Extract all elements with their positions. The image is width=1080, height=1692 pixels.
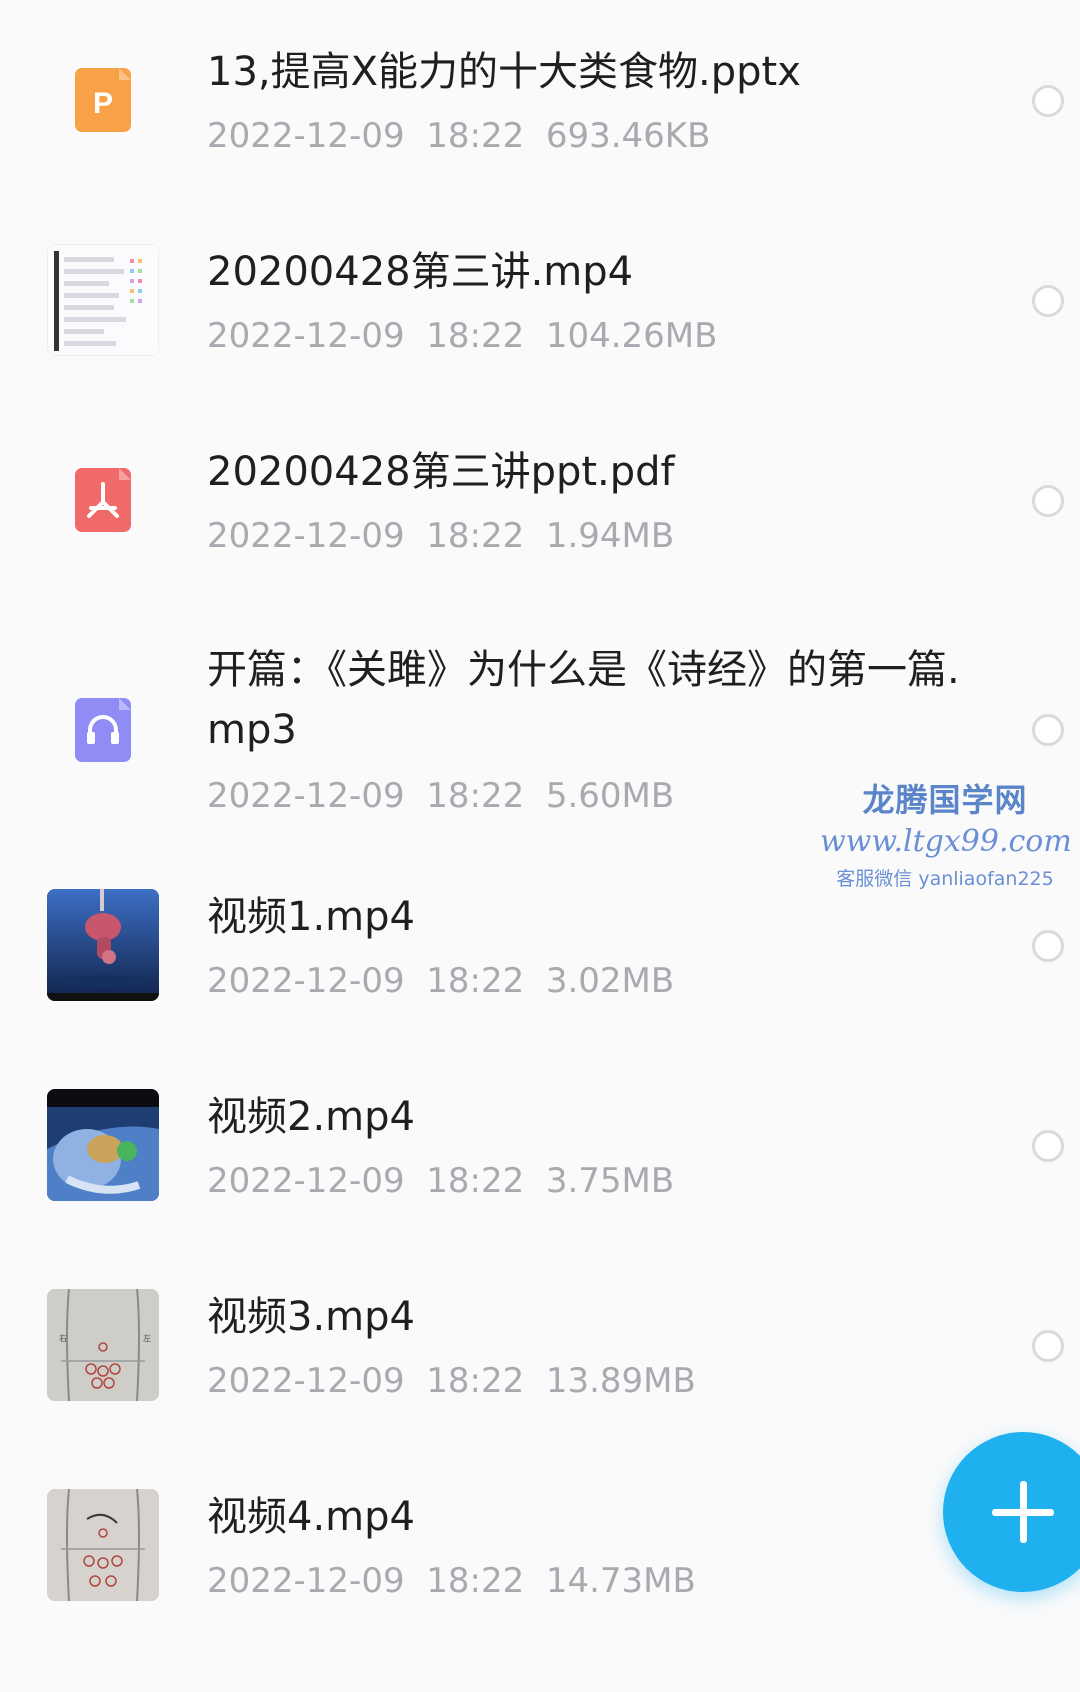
file-name: 视频1.mp4	[207, 894, 415, 940]
file-date: 2022-12-09	[207, 961, 405, 1001]
file-date: 2022-12-09	[207, 1561, 405, 1601]
file-meta: 2022-12-09 18:22 3.02MB	[207, 959, 674, 1003]
video-thumbnail	[47, 1089, 159, 1201]
file-size: 104.26MB	[545, 316, 718, 356]
select-radio[interactable]	[1032, 285, 1064, 317]
file-row-video[interactable]: 视频4.mp4 2022-12-09 18:22 14.73MB	[0, 1460, 1080, 1660]
file-time: 18:22	[426, 1361, 525, 1401]
watermark: 龙腾国学网 www.ltgx99.com 客服微信 yanliaofan225	[820, 778, 1072, 896]
watermark-contact: 客服微信 yanliaofan225	[836, 868, 1054, 890]
file-time: 18:22	[426, 776, 525, 816]
file-meta: 2022-12-09 18:22 14.73MB	[207, 1559, 696, 1603]
watermark-url: www.ltgx99.com	[820, 824, 1072, 859]
file-size: 14.73MB	[545, 1561, 696, 1601]
file-time: 18:22	[426, 1561, 525, 1601]
file-meta: 2022-12-09 18:22 5.60MB	[207, 774, 674, 818]
file-time: 18:22	[426, 516, 525, 556]
file-size: 13.89MB	[545, 1361, 696, 1401]
video-thumbnail	[47, 244, 159, 356]
video-thumbnail	[47, 889, 159, 1001]
file-date: 2022-12-09	[207, 776, 405, 816]
file-meta: 2022-12-09 18:22 1.94MB	[207, 514, 674, 558]
select-radio[interactable]	[1032, 485, 1064, 517]
file-time: 18:22	[426, 961, 525, 1001]
file-name: 视频3.mp4	[207, 1294, 415, 1340]
file-row-pdf[interactable]: 20200428第三讲ppt.pdf 2022-12-09 18:22 1.94…	[0, 400, 1080, 600]
video-thumbnail	[47, 1489, 159, 1601]
select-radio[interactable]	[1032, 1130, 1064, 1162]
pdf-icon	[75, 468, 131, 532]
file-date: 2022-12-09	[207, 116, 405, 156]
file-time: 18:22	[426, 316, 525, 356]
select-radio[interactable]	[1032, 930, 1064, 962]
file-size: 3.02MB	[545, 961, 675, 1001]
select-radio[interactable]	[1032, 85, 1064, 117]
file-size: 1.94MB	[545, 516, 675, 556]
file-name: 开篇：《关雎》为什么是《诗经》的第一篇.mp3	[207, 647, 960, 753]
file-date: 2022-12-09	[207, 316, 405, 356]
file-time: 18:22	[426, 116, 525, 156]
video-thumbnail: 右 左	[47, 1289, 159, 1401]
file-size: 693.46KB	[545, 116, 711, 156]
file-meta: 2022-12-09 18:22 3.75MB	[207, 1159, 674, 1203]
watermark-title: 龙腾国学网	[862, 781, 1028, 819]
select-radio[interactable]	[1032, 714, 1064, 746]
file-size: 5.60MB	[545, 776, 675, 816]
file-time: 18:22	[426, 1161, 525, 1201]
file-name: 20200428第三讲.mp4	[207, 249, 634, 295]
file-name: 20200428第三讲ppt.pdf	[207, 449, 675, 495]
file-row-pptx[interactable]: P 13,提高X能力的十大类食物.pptx 2022-12-09 18:22 6…	[0, 0, 1080, 200]
file-name: 视频2.mp4	[207, 1094, 415, 1140]
file-date: 2022-12-09	[207, 516, 405, 556]
select-radio[interactable]	[1032, 1330, 1064, 1362]
svg-text:P: P	[93, 87, 113, 120]
file-row-video[interactable]: 右 左 视频3.mp4 2022-12-09 18:22 13.89MB	[0, 1260, 1080, 1460]
file-meta: 2022-12-09 18:22 693.46KB	[207, 114, 710, 158]
file-row-video[interactable]: 20200428第三讲.mp4 2022-12-09 18:22 104.26M…	[0, 200, 1080, 400]
file-row-video[interactable]: 视频2.mp4 2022-12-09 18:22 3.75MB	[0, 1060, 1080, 1260]
file-name: 13,提高X能力的十大类食物.pptx	[207, 49, 801, 95]
file-name: 视频4.mp4	[207, 1494, 415, 1540]
file-date: 2022-12-09	[207, 1161, 405, 1201]
svg-text:右: 右	[59, 1333, 67, 1343]
file-date: 2022-12-09	[207, 1361, 405, 1401]
svg-text:左: 左	[143, 1333, 151, 1343]
file-meta: 2022-12-09 18:22 13.89MB	[207, 1359, 696, 1403]
plus-icon	[992, 1481, 1054, 1543]
headphones-icon	[75, 698, 131, 762]
pptx-icon: P	[75, 68, 131, 132]
file-meta: 2022-12-09 18:22 104.26MB	[207, 314, 717, 358]
file-size: 3.75MB	[545, 1161, 675, 1201]
